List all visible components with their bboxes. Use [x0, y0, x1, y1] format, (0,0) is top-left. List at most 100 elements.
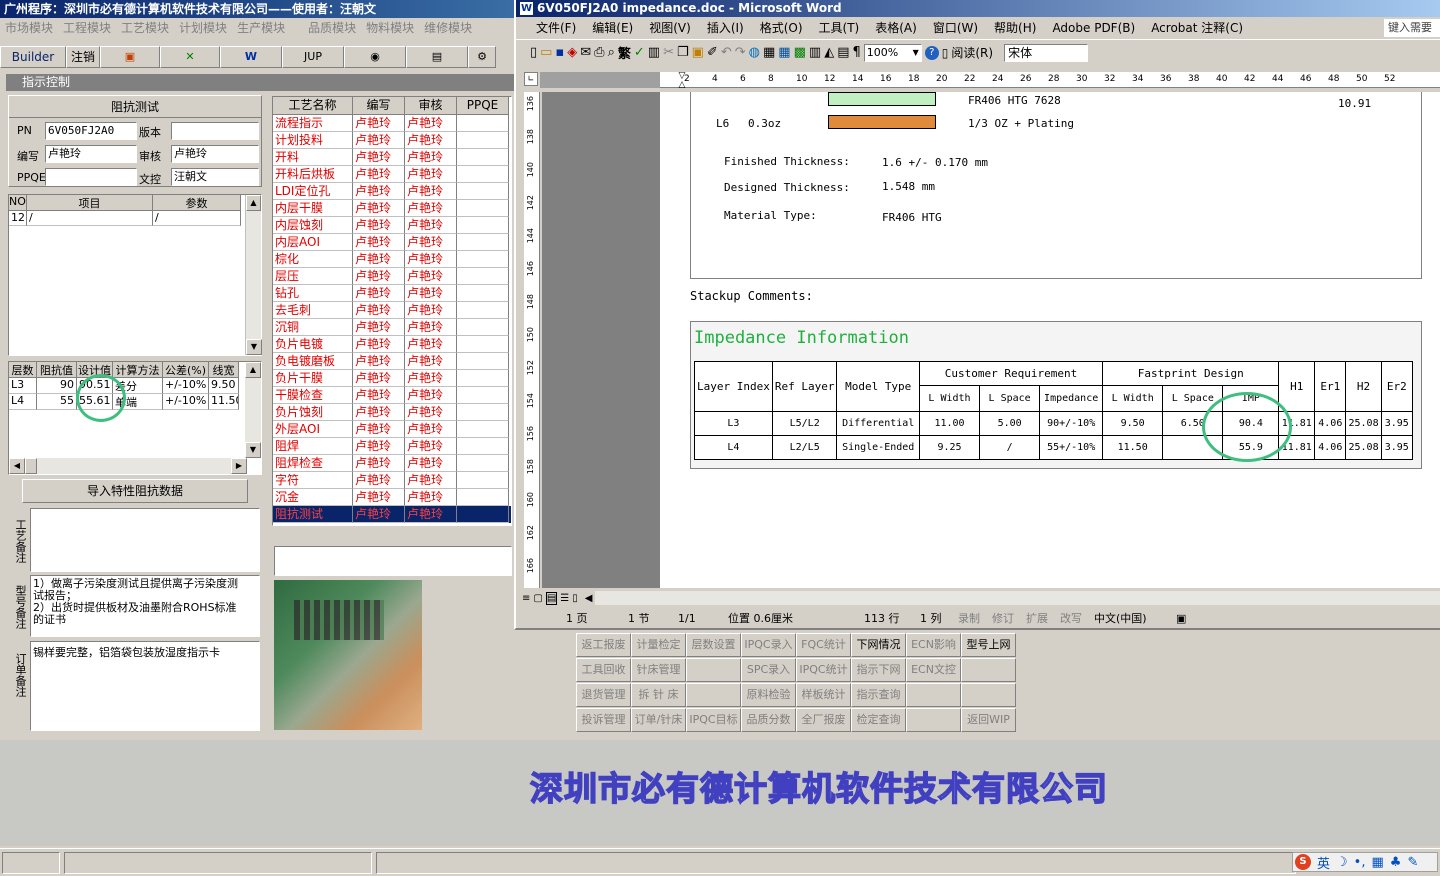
status-ext[interactable]: 扩展	[1026, 610, 1048, 626]
outline-view-icon[interactable]: ☰	[560, 593, 569, 604]
print-view-icon[interactable]: ▤	[545, 591, 558, 605]
skin-icon[interactable]: ♣	[1390, 855, 1402, 870]
import-impedance-button[interactable]: 导入特性阻抗数据	[22, 479, 248, 503]
list-item[interactable]: 阻抗测试 卢艳玲 卢艳玲	[273, 506, 511, 523]
function-button[interactable]: ECN文控	[906, 658, 961, 682]
vertical-scrollbar[interactable]: ▲ ▼	[245, 362, 261, 458]
horizontal-scrollbar[interactable]	[595, 591, 1440, 605]
reading-view-icon[interactable]: ▯	[572, 593, 578, 604]
function-button[interactable]: 工具回收	[576, 658, 631, 682]
document-page[interactable]: FR406 HTG 7628 10.91 L6 0.3oz 1/3 OZ + P…	[660, 92, 1440, 588]
version-field[interactable]	[171, 122, 259, 140]
copy-icon[interactable]: ❐	[677, 45, 689, 60]
read-icon[interactable]: ▯	[942, 46, 949, 60]
function-button[interactable]: 计量检定	[631, 633, 686, 657]
col-header[interactable]: 工艺名称	[273, 97, 353, 115]
list-item[interactable]: 层压 卢艳玲 卢艳玲	[273, 268, 511, 285]
function-button[interactable]: SPC录入	[741, 658, 796, 682]
reviewer-field[interactable]: 卢艳玲	[171, 145, 259, 163]
function-button[interactable]: 返回WIP	[961, 708, 1016, 732]
impedance-grid[interactable]: 层数 阻抗值 设计值 计算方法 公差(%) 线宽 L3 90 90.51 差分 +/-10% 9.5…	[8, 361, 262, 475]
list-item[interactable]: 开料后烘板 卢艳玲 卢艳玲	[273, 166, 511, 183]
new-icon[interactable]: ▯	[530, 45, 537, 60]
menu-item[interactable]: 工艺模块	[116, 18, 174, 38]
col-header[interactable]: PPQE	[457, 97, 509, 115]
save-icon[interactable]: ▪	[555, 45, 564, 60]
model-note-textarea[interactable]: 1）做离子污染度测试且提供离子污染度测试报告； 2）出货时提供板材及油墨附合RO…	[30, 575, 260, 637]
table-row[interactable]: L45555.61单端+/-10%11.50	[9, 394, 261, 410]
order-note-textarea[interactable]: 锡样要完整，铝箔袋包装放湿度指示卡	[30, 641, 260, 731]
email-icon[interactable]: ✉	[580, 45, 591, 60]
print-icon[interactable]: ⎙	[594, 45, 604, 60]
function-button[interactable]: 指示下网	[851, 658, 906, 682]
horizontal-scrollbar[interactable]: ◀ ▶	[9, 458, 247, 474]
function-button[interactable]: 订单/针床	[631, 708, 686, 732]
ppt-export-icon[interactable]: ▣	[100, 46, 160, 68]
function-button[interactable]	[961, 683, 1016, 707]
col-header[interactable]: 层数	[9, 362, 37, 378]
insert-table-icon[interactable]: ▦	[778, 45, 790, 60]
word-menu-item[interactable]: 帮助(H)	[986, 17, 1044, 39]
scroll-left-icon[interactable]: ◀	[585, 593, 593, 604]
vertical-ruler[interactable]: 136 138 140 142 144 146 148 150 152 154 156 158 160 1…	[524, 92, 540, 588]
word-menu-item[interactable]: Acrobat 注释(C)	[1143, 17, 1251, 39]
scroll-down-icon[interactable]: ▼	[246, 339, 262, 355]
research-icon[interactable]: ▥	[648, 45, 660, 60]
function-button[interactable]: 返工报废	[576, 633, 631, 657]
format-painter-icon[interactable]: ✐	[707, 45, 718, 60]
controller-field[interactable]: 汪朝文	[171, 168, 259, 186]
web-view-icon[interactable]: ▢	[533, 593, 542, 604]
horizontal-ruler[interactable]: 2 4 6 8 10 12 14 16 18 20 22 24 26 28 30 32 34 36 38 40 42 44…	[660, 72, 1440, 88]
function-button[interactable]: 拆 针 床	[631, 683, 686, 707]
sogou-icon[interactable]: S	[1295, 854, 1311, 870]
ruler-corner[interactable]: ∟	[524, 72, 538, 86]
spelling-status-icon[interactable]: ▣	[1176, 612, 1186, 625]
function-button[interactable]: 全厂报废	[796, 708, 851, 732]
table-row[interactable]: L3 90 90.51 差分 +/-10% 9.50	[9, 378, 261, 394]
function-button[interactable]	[686, 658, 741, 682]
menu-item[interactable]: 计划模块	[174, 18, 232, 38]
document-map-icon[interactable]: ▤	[837, 45, 849, 60]
menu-item[interactable]: 品质模块	[290, 18, 361, 38]
database-icon[interactable]: ▤	[406, 46, 468, 68]
function-button[interactable]: 品质分数	[741, 708, 796, 732]
function-button[interactable]	[961, 658, 1016, 682]
menu-item[interactable]: 工程模块	[58, 18, 116, 38]
ppqe-field[interactable]	[45, 168, 137, 186]
col-header[interactable]: 计算方法	[113, 362, 163, 378]
function-button[interactable]: 投诉管理	[576, 708, 631, 732]
list-item[interactable]: 内层AOI 卢艳玲 卢艳玲	[273, 234, 511, 251]
col-header[interactable]: 项目	[27, 195, 153, 211]
function-button[interactable]: 原料检验	[741, 683, 796, 707]
menu-item[interactable]: 维修模块	[419, 18, 477, 38]
drawing-icon[interactable]: ◭	[824, 45, 834, 60]
list-item[interactable]: 负片蚀刻 卢艳玲 卢艳玲	[273, 404, 511, 421]
keyboard-icon[interactable]: ▦	[1371, 855, 1383, 870]
trad-chinese-icon[interactable]: 繁	[618, 43, 631, 62]
open-icon[interactable]: ▭	[540, 45, 552, 60]
col-header[interactable]: 公差(%)	[163, 362, 209, 378]
vertical-scrollbar[interactable]: ▲ ▼	[245, 195, 262, 355]
word-menu-item[interactable]: 文件(F)	[528, 17, 584, 39]
list-item[interactable]: LDI定位孔 卢艳玲 卢艳玲	[273, 183, 511, 200]
excel-export-icon[interactable]: ✕	[160, 46, 220, 68]
ime-mode[interactable]: 英	[1317, 853, 1330, 872]
pn-field[interactable]: 6V050FJ2A0	[45, 122, 137, 140]
jup-button[interactable]: JUP	[282, 46, 344, 68]
wrench-icon[interactable]: ✎	[1407, 855, 1418, 870]
scroll-thumb[interactable]	[25, 458, 37, 474]
writer-field[interactable]: 卢艳玲	[45, 145, 137, 163]
col-header[interactable]: NO	[9, 195, 27, 211]
word-menu-item[interactable]: 编辑(E)	[584, 17, 641, 39]
normal-view-icon[interactable]: ≡	[522, 593, 530, 604]
process-note-textarea[interactable]	[30, 508, 260, 572]
read-button[interactable]: 阅读(R)	[951, 44, 993, 61]
word-menu-item[interactable]: 格式(O)	[752, 17, 811, 39]
function-button[interactable]: 样板统计	[796, 683, 851, 707]
function-button[interactable]: 退货管理	[576, 683, 631, 707]
list-item[interactable]: 棕化 卢艳玲 卢艳玲	[273, 251, 511, 268]
help-search-box[interactable]: 键入需要	[1384, 19, 1440, 37]
builder-button[interactable]: Builder	[0, 46, 66, 68]
col-header[interactable]: 审核	[405, 97, 457, 115]
punct-icon[interactable]: •,	[1354, 855, 1366, 870]
